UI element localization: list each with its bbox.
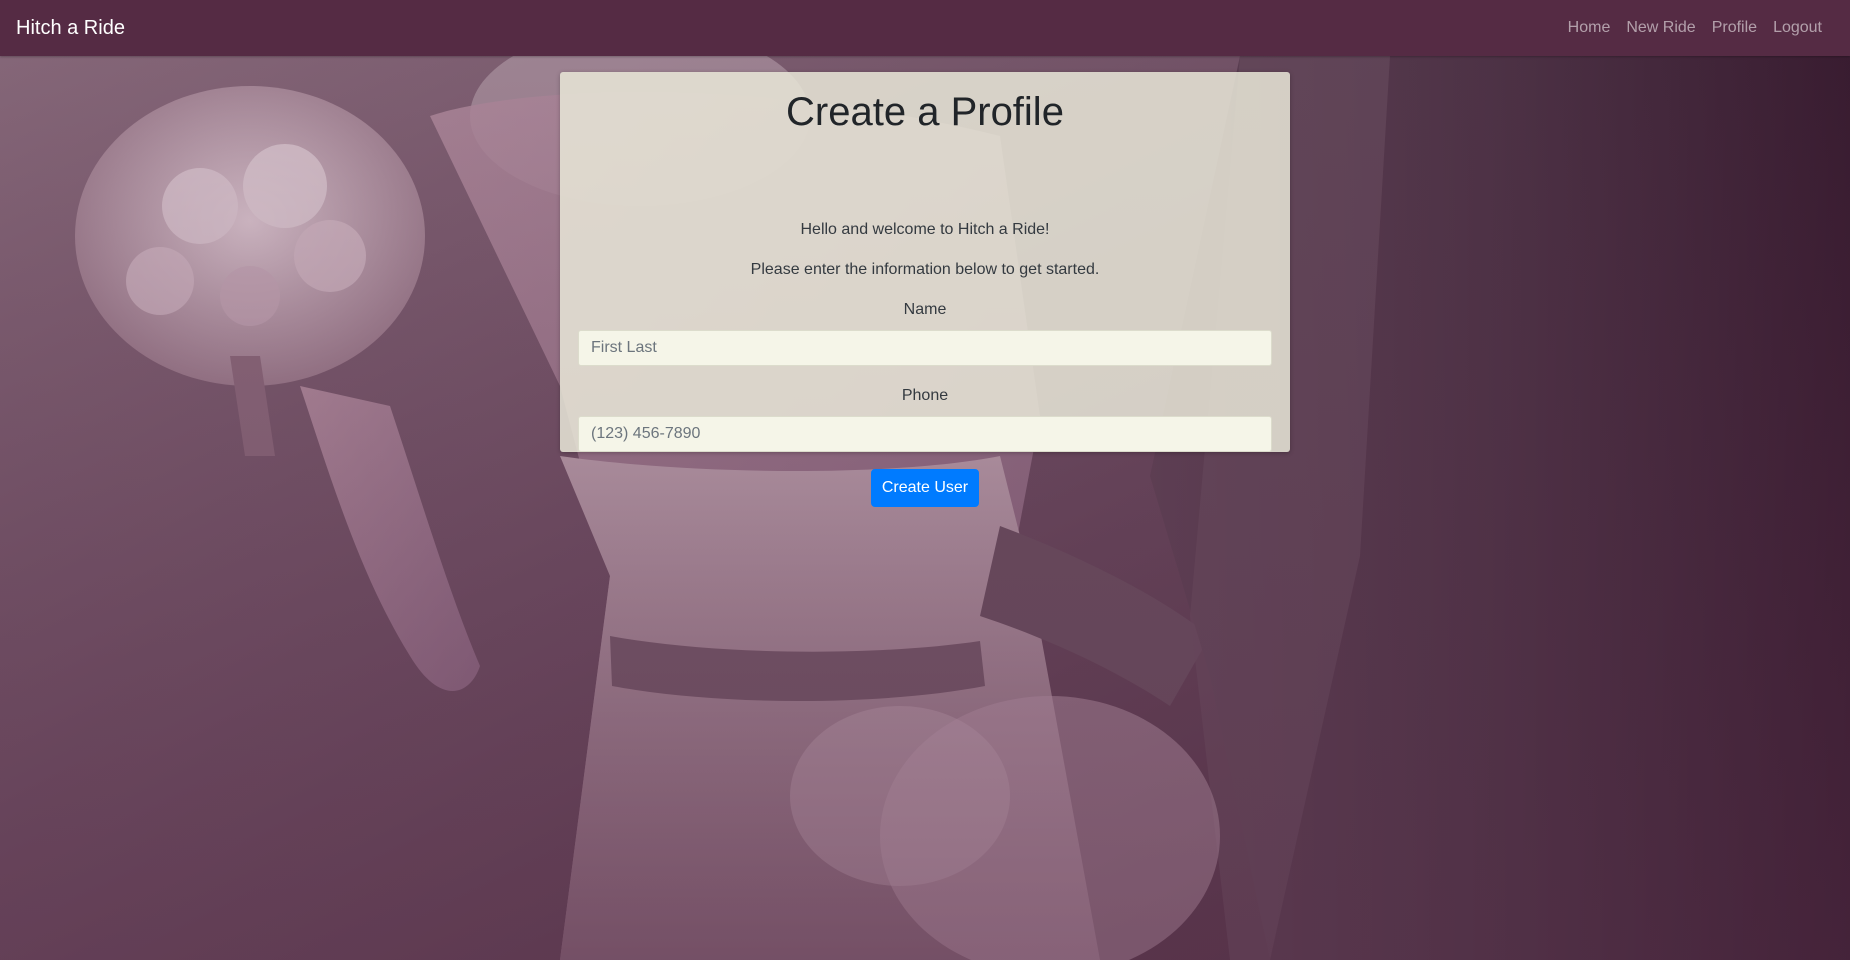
nav-links: Home New Ride Profile Logout	[1560, 0, 1830, 56]
phone-input[interactable]	[578, 416, 1272, 452]
name-label: Name	[903, 301, 947, 318]
create-user-button[interactable]: Create User	[871, 469, 979, 507]
create-profile-card: Create a Profile Hello and welcome to Hi…	[560, 72, 1290, 507]
brand-link[interactable]: Hitch a Ride	[16, 14, 125, 42]
nav-home-link[interactable]: Home	[1560, 11, 1619, 45]
page-title: Create a Profile	[786, 90, 1064, 134]
phone-label: Phone	[901, 387, 949, 404]
welcome-text: Hello and welcome to Hitch a Ride!	[800, 221, 1050, 238]
nav-logout-link[interactable]: Logout	[1765, 11, 1830, 45]
instructions-text: Please enter the information below to ge…	[750, 261, 1100, 278]
nav-profile-link[interactable]: Profile	[1704, 11, 1765, 45]
nav-new-ride-link[interactable]: New Ride	[1618, 11, 1703, 45]
top-navbar: Hitch a Ride Home New Ride Profile Logou…	[0, 0, 1850, 56]
name-input[interactable]	[578, 330, 1272, 366]
